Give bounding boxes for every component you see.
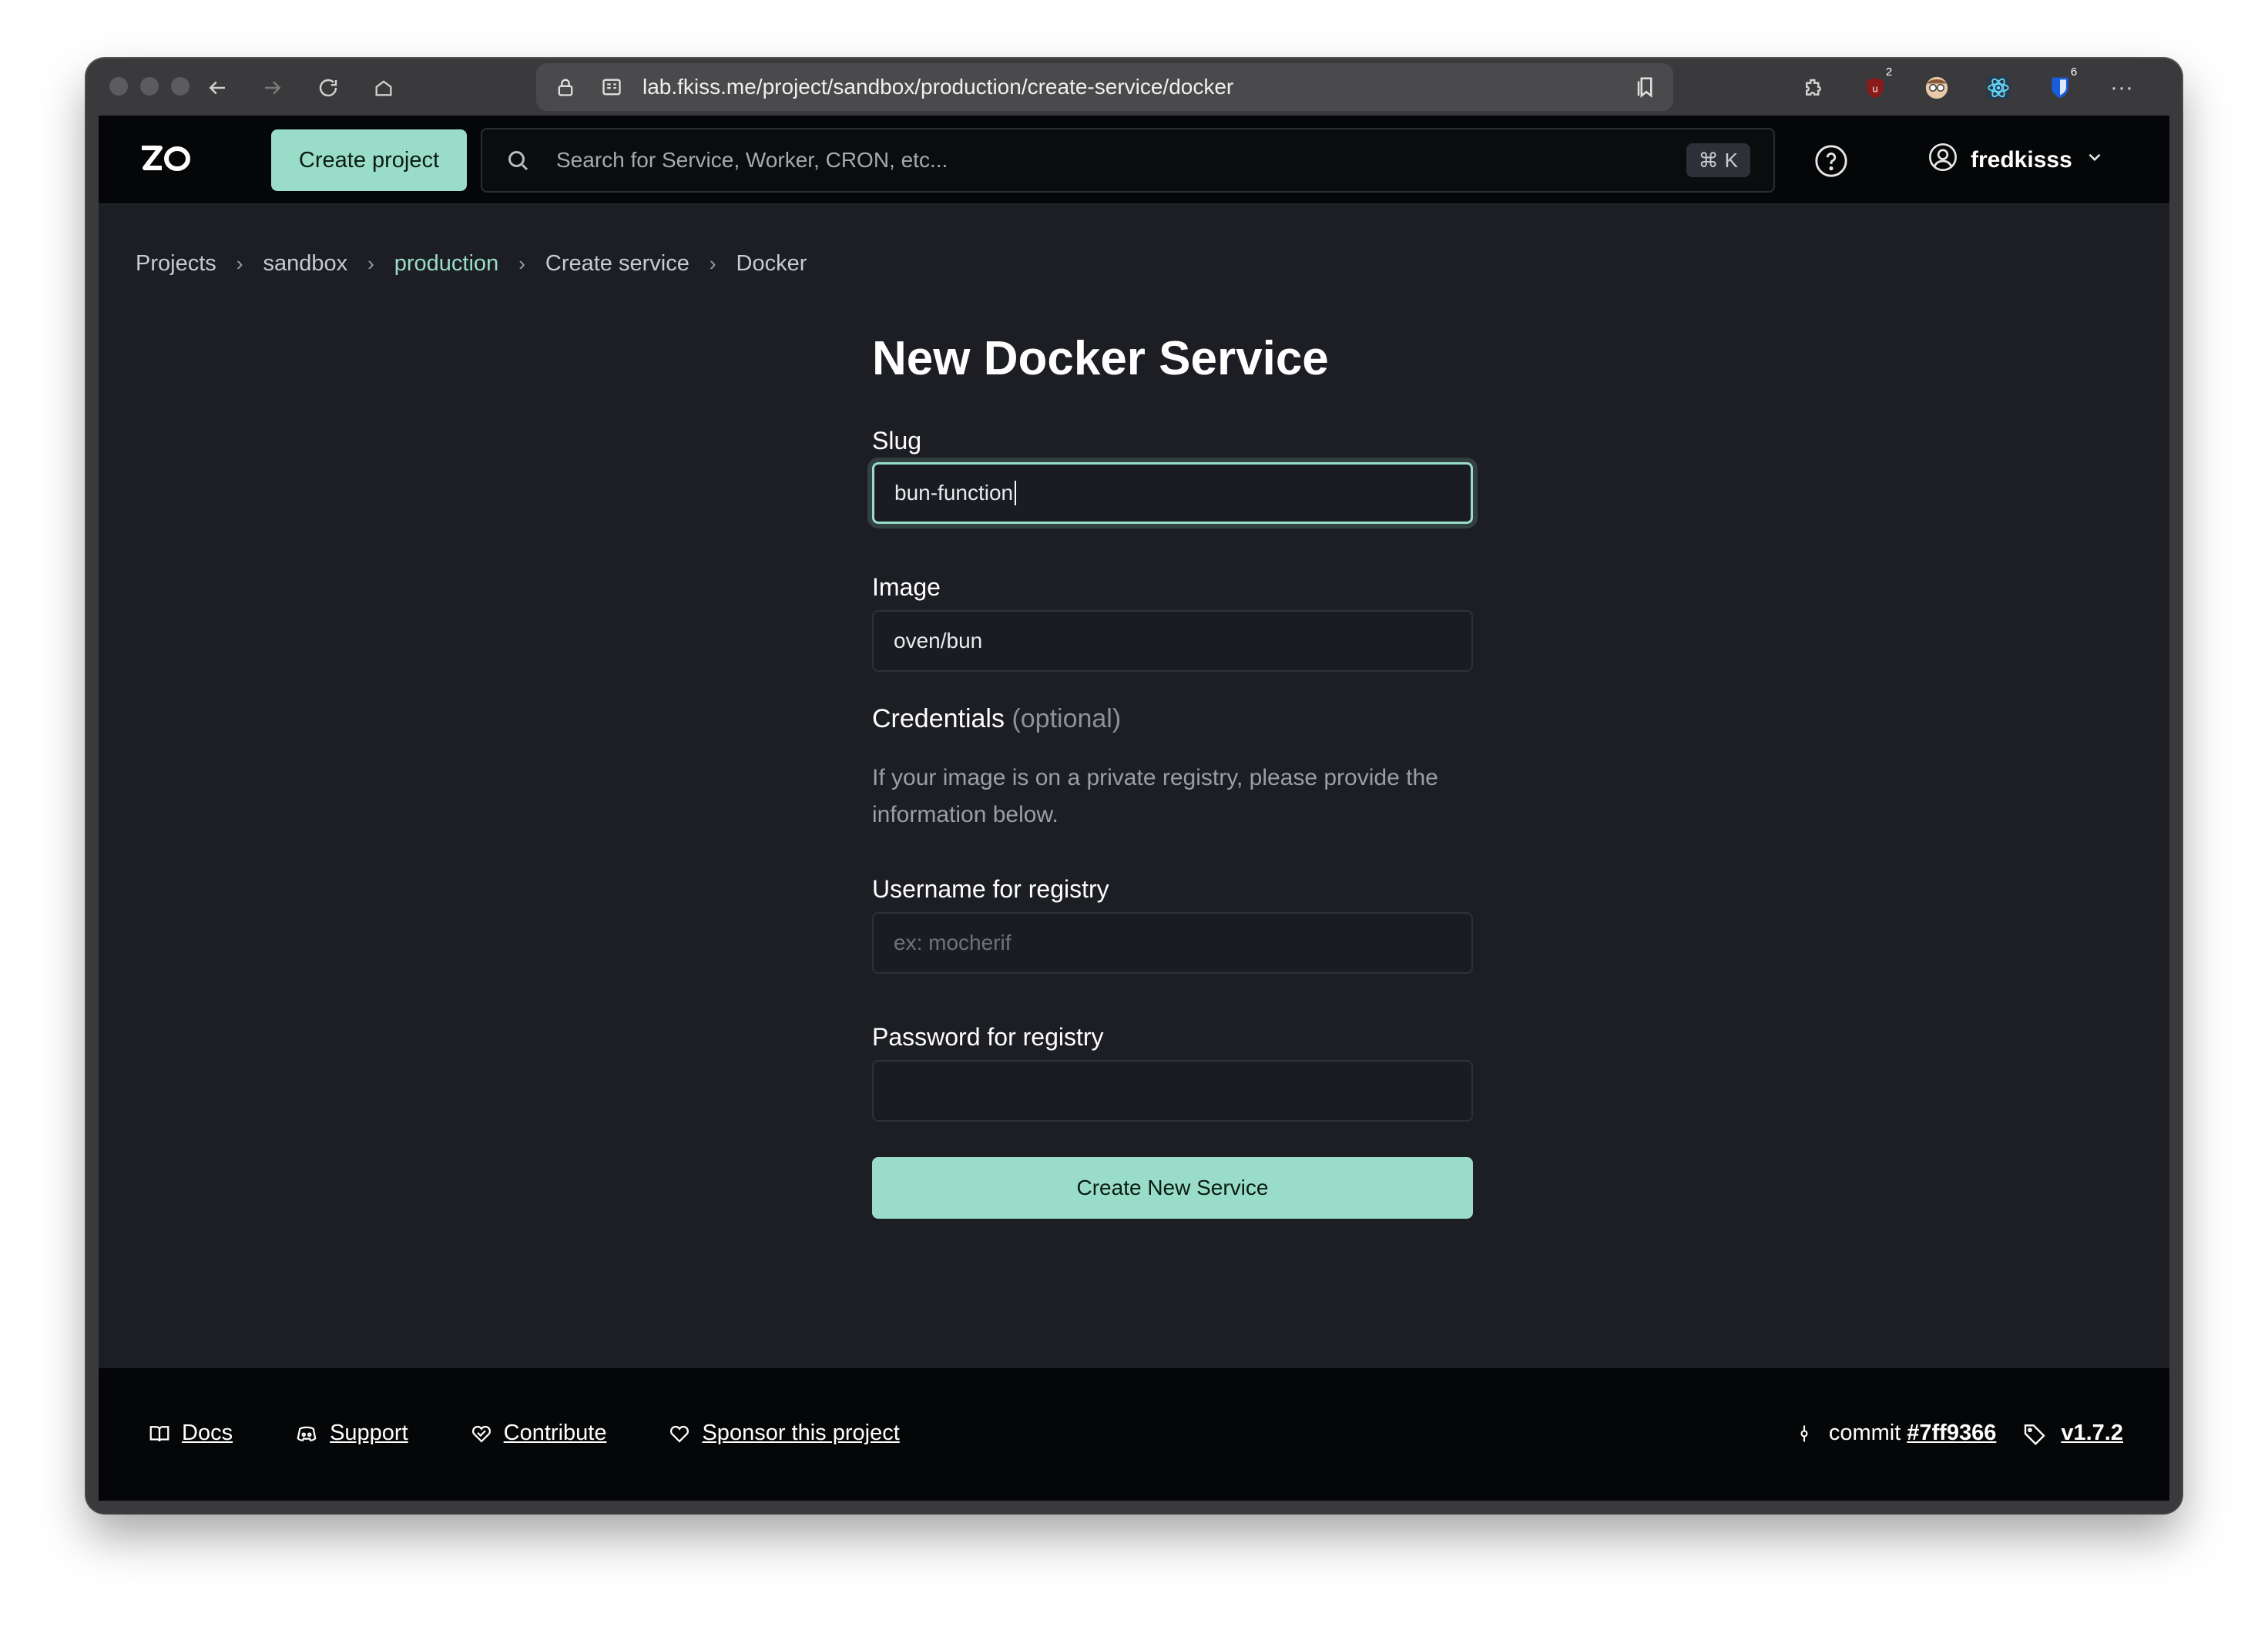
puzzle-icon[interactable]	[1797, 71, 1830, 105]
chevron-right-icon: ›	[367, 252, 374, 275]
registry-username-input[interactable]: ex: mocherif	[872, 912, 1473, 974]
chevron-right-icon: ›	[709, 252, 716, 275]
support-label: Support	[330, 1421, 408, 1445]
contribute-link[interactable]: Contribute	[470, 1421, 607, 1446]
chevron-right-icon: ›	[236, 252, 243, 275]
footer-links: Docs Support Contribute Sponsor this pro…	[148, 1421, 900, 1446]
k-key: K	[1724, 148, 1738, 172]
site-settings-icon[interactable]	[601, 76, 622, 102]
username: fredkisss	[1971, 147, 2072, 173]
docs-link[interactable]: Docs	[148, 1421, 233, 1446]
maximize-window-button[interactable]	[171, 77, 190, 96]
ublock-icon[interactable]: u 2	[1858, 65, 1897, 105]
chevron-right-icon: ›	[518, 252, 525, 275]
url-text: lab.fkiss.me/project/sandbox/production/…	[642, 75, 1234, 99]
close-window-button[interactable]	[109, 77, 128, 96]
user-menu[interactable]: fredkisss	[1927, 142, 2105, 179]
commit-hash-link[interactable]: #7ff9366	[1907, 1421, 1996, 1446]
command-key: ⌘	[1698, 148, 1719, 172]
book-icon	[149, 1425, 169, 1441]
footer: Docs Support Contribute Sponsor this pro…	[99, 1368, 2169, 1501]
build-info: commit #7ff9366 v1.7.2	[1793, 1421, 2123, 1446]
address-bar[interactable]: lab.fkiss.me/project/sandbox/production/…	[536, 63, 1673, 111]
slug-input[interactable]: bun-function	[872, 462, 1473, 524]
bitwarden-badge: 6	[2066, 65, 2082, 80]
image-input[interactable]: oven/bun	[872, 610, 1473, 672]
credentials-description: If your image is on a private registry, …	[872, 765, 1438, 827]
home-icon[interactable]	[365, 69, 402, 106]
zaneops-logo[interactable]	[139, 143, 191, 178]
search-shortcut: ⌘ K	[1686, 143, 1750, 177]
heart-icon	[670, 1425, 689, 1443]
browser-toolbar: lab.fkiss.me/project/sandbox/production/…	[86, 59, 2182, 116]
create-service-form: New Docker Service Slug bun-function Ima…	[872, 331, 1473, 1219]
create-new-service-button[interactable]: Create New Service	[872, 1157, 1473, 1219]
minimize-window-button[interactable]	[140, 77, 159, 96]
commit-label: commit	[1828, 1421, 1901, 1445]
tag-icon	[2025, 1424, 2046, 1445]
slug-label: Slug	[872, 427, 922, 455]
forward-arrow-icon[interactable]	[254, 69, 291, 106]
image-value: oven/bun	[894, 629, 983, 652]
create-project-button[interactable]: Create project	[271, 129, 467, 191]
slug-value: bun-function	[894, 481, 1014, 505]
reload-icon[interactable]	[310, 69, 347, 106]
registry-password-input[interactable]	[872, 1060, 1473, 1122]
breadcrumb-projects[interactable]: Projects	[136, 251, 216, 277]
breadcrumb-docker: Docker	[736, 251, 807, 276]
contribute-label: Contribute	[503, 1421, 607, 1445]
version-link[interactable]: v1.7.2	[2061, 1421, 2123, 1446]
username-placeholder: ex: mocherif	[894, 931, 1012, 954]
browser-window: lab.fkiss.me/project/sandbox/production/…	[86, 59, 2182, 1513]
avatar-extension-icon[interactable]	[1920, 71, 1954, 105]
help-icon[interactable]	[1813, 143, 1849, 183]
sponsor-link[interactable]: Sponsor this project	[668, 1421, 900, 1446]
react-devtools-icon[interactable]	[1981, 71, 2015, 105]
handshake-heart-icon	[471, 1425, 491, 1443]
search-input[interactable]: Search for Service, Worker, CRON, etc...…	[481, 128, 1775, 193]
username-label: Username for registry	[872, 875, 1109, 903]
app-header: Create project Search for Service, Worke…	[99, 116, 2169, 205]
search-placeholder: Search for Service, Worker, CRON, etc...	[556, 148, 948, 172]
credentials-title: Credentials	[872, 704, 1005, 733]
discord-icon	[297, 1426, 317, 1441]
image-label: Image	[872, 573, 941, 601]
docs-label: Docs	[182, 1421, 233, 1445]
user-avatar-icon	[1927, 142, 1958, 179]
git-commit-icon	[1800, 1425, 1808, 1441]
app-viewport: Create project Search for Service, Worke…	[99, 116, 2169, 1501]
back-arrow-icon[interactable]	[199, 69, 236, 106]
credentials-optional: (optional)	[1012, 704, 1122, 733]
more-menu-icon[interactable]: ···	[2105, 71, 2139, 105]
credentials-heading: Credentials (optional)	[872, 704, 1121, 734]
search-icon	[504, 146, 532, 178]
page-title: New Docker Service	[872, 332, 1329, 385]
breadcrumb-sandbox[interactable]: sandbox	[263, 251, 347, 277]
text-caret	[1015, 481, 1017, 505]
breadcrumb-production[interactable]: production	[394, 251, 498, 277]
bookmark-icon[interactable]	[1635, 75, 1658, 102]
breadcrumb: Projects › sandbox › production › Create…	[136, 251, 807, 277]
sponsor-label: Sponsor this project	[702, 1421, 900, 1445]
breadcrumb-create-service[interactable]: Create service	[545, 251, 689, 277]
support-link[interactable]: Support	[294, 1421, 408, 1446]
lock-icon	[555, 75, 576, 102]
password-label: Password for registry	[872, 1023, 1104, 1051]
ublock-badge: 2	[1881, 65, 1897, 80]
chevron-down-icon	[2085, 147, 2105, 173]
svg-text:u: u	[1872, 83, 1878, 94]
bitwarden-icon[interactable]: 6	[2043, 65, 2082, 105]
